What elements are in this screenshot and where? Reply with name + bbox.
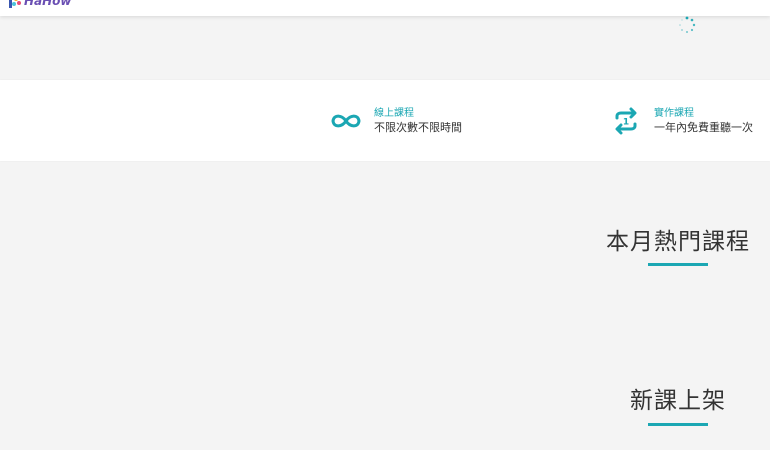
- feature-title: 線上課程: [374, 107, 414, 119]
- site-logo[interactable]: HaHow: [8, 0, 72, 8]
- spinner-icon: [678, 16, 696, 34]
- feature-desc: 不限次數不限時間: [374, 120, 462, 134]
- section-title-new-courses: 新課上架: [630, 388, 726, 414]
- feature-title: 實作課程: [654, 107, 694, 119]
- infinity-icon: [328, 103, 364, 139]
- section-title-hot-courses: 本月熱門課程: [606, 229, 750, 255]
- top-navbar: HaHow: [0, 0, 770, 16]
- feature-band: 線上課程 不限次數不限時間 1 實作課程 一年內免費重聽一次: [0, 80, 770, 161]
- logo-mark-icon: [8, 0, 22, 8]
- feature-desc: 一年內免費重聽一次: [654, 120, 753, 134]
- section-title-underline: [648, 263, 708, 266]
- feature-practical-course: 1 實作課程 一年內免費重聽一次: [608, 80, 753, 161]
- section-title-underline: [648, 423, 708, 426]
- repeat-icon: 1: [608, 103, 644, 139]
- feature-online-course: 線上課程 不限次數不限時間: [328, 80, 462, 161]
- svg-text:1: 1: [623, 117, 629, 127]
- logo-text: HaHow: [24, 0, 72, 8]
